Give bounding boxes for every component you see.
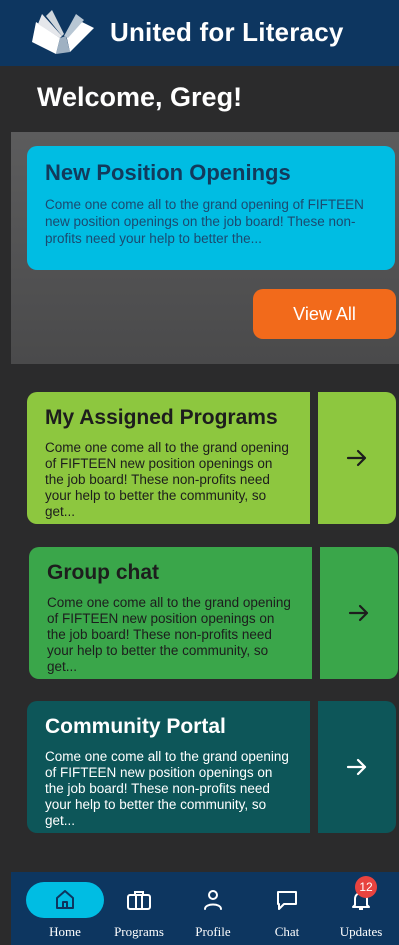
- card-title: New Position Openings: [45, 160, 291, 185]
- card-main[interactable]: Group chat Come one come all to the gran…: [29, 547, 312, 679]
- card-title: Community Portal: [45, 715, 226, 738]
- my-assigned-programs-card[interactable]: My Assigned Programs Come one come all t…: [27, 392, 396, 524]
- bottom-navigation: Home Programs Profile Chat 12 Updates: [11, 872, 399, 945]
- arrow-right-button[interactable]: [318, 701, 396, 833]
- card-body: Come one come all to the grand opening o…: [45, 749, 289, 828]
- welcome-heading: Welcome, Greg!: [37, 82, 243, 112]
- card-main[interactable]: Community Portal Come one come all to th…: [27, 701, 310, 833]
- arrow-right-button[interactable]: [320, 547, 398, 679]
- new-position-openings-card[interactable]: New Position Openings Come one come all …: [27, 146, 395, 270]
- card-title: My Assigned Programs: [45, 406, 278, 429]
- nav-label: Chat: [274, 924, 300, 939]
- arrow-right-button[interactable]: [318, 392, 396, 524]
- open-book-logo-icon: [32, 10, 94, 54]
- nav-label: Home: [49, 924, 81, 939]
- group-chat-card[interactable]: Group chat Come one come all to the gran…: [29, 547, 398, 679]
- notification-badge: 12: [355, 876, 377, 898]
- chat-bubble-icon: [277, 891, 297, 910]
- view-all-button[interactable]: View All: [253, 289, 396, 339]
- nav-programs[interactable]: Programs: [107, 872, 171, 945]
- nav-updates[interactable]: 12 Updates: [333, 872, 389, 945]
- card-main[interactable]: My Assigned Programs Come one come all t…: [27, 392, 310, 524]
- home-icon: [56, 890, 74, 909]
- arrow-right-icon: [346, 449, 367, 467]
- app-header: United for Literacy: [0, 0, 399, 66]
- nav-profile[interactable]: Profile: [183, 872, 243, 945]
- arrow-right-icon: [346, 758, 367, 776]
- community-portal-card[interactable]: Community Portal Come one come all to th…: [27, 701, 396, 833]
- nav-chat[interactable]: Chat: [259, 872, 315, 945]
- user-icon: [204, 890, 222, 910]
- card-body: Come one come all to the grand opening o…: [47, 595, 291, 674]
- nav-home[interactable]: Home: [25, 872, 105, 945]
- app-title: United for Literacy: [110, 17, 344, 47]
- nav-label: Programs: [114, 924, 164, 939]
- card-title: Group chat: [47, 561, 160, 584]
- card-body: Come one come all to the grand opening o…: [45, 440, 289, 519]
- nav-label: Profile: [195, 924, 231, 939]
- briefcase-icon: [127, 891, 151, 910]
- nav-label: Updates: [339, 924, 383, 939]
- arrow-right-icon: [348, 604, 369, 622]
- card-body: Come one come all to the grand opening o…: [45, 197, 364, 246]
